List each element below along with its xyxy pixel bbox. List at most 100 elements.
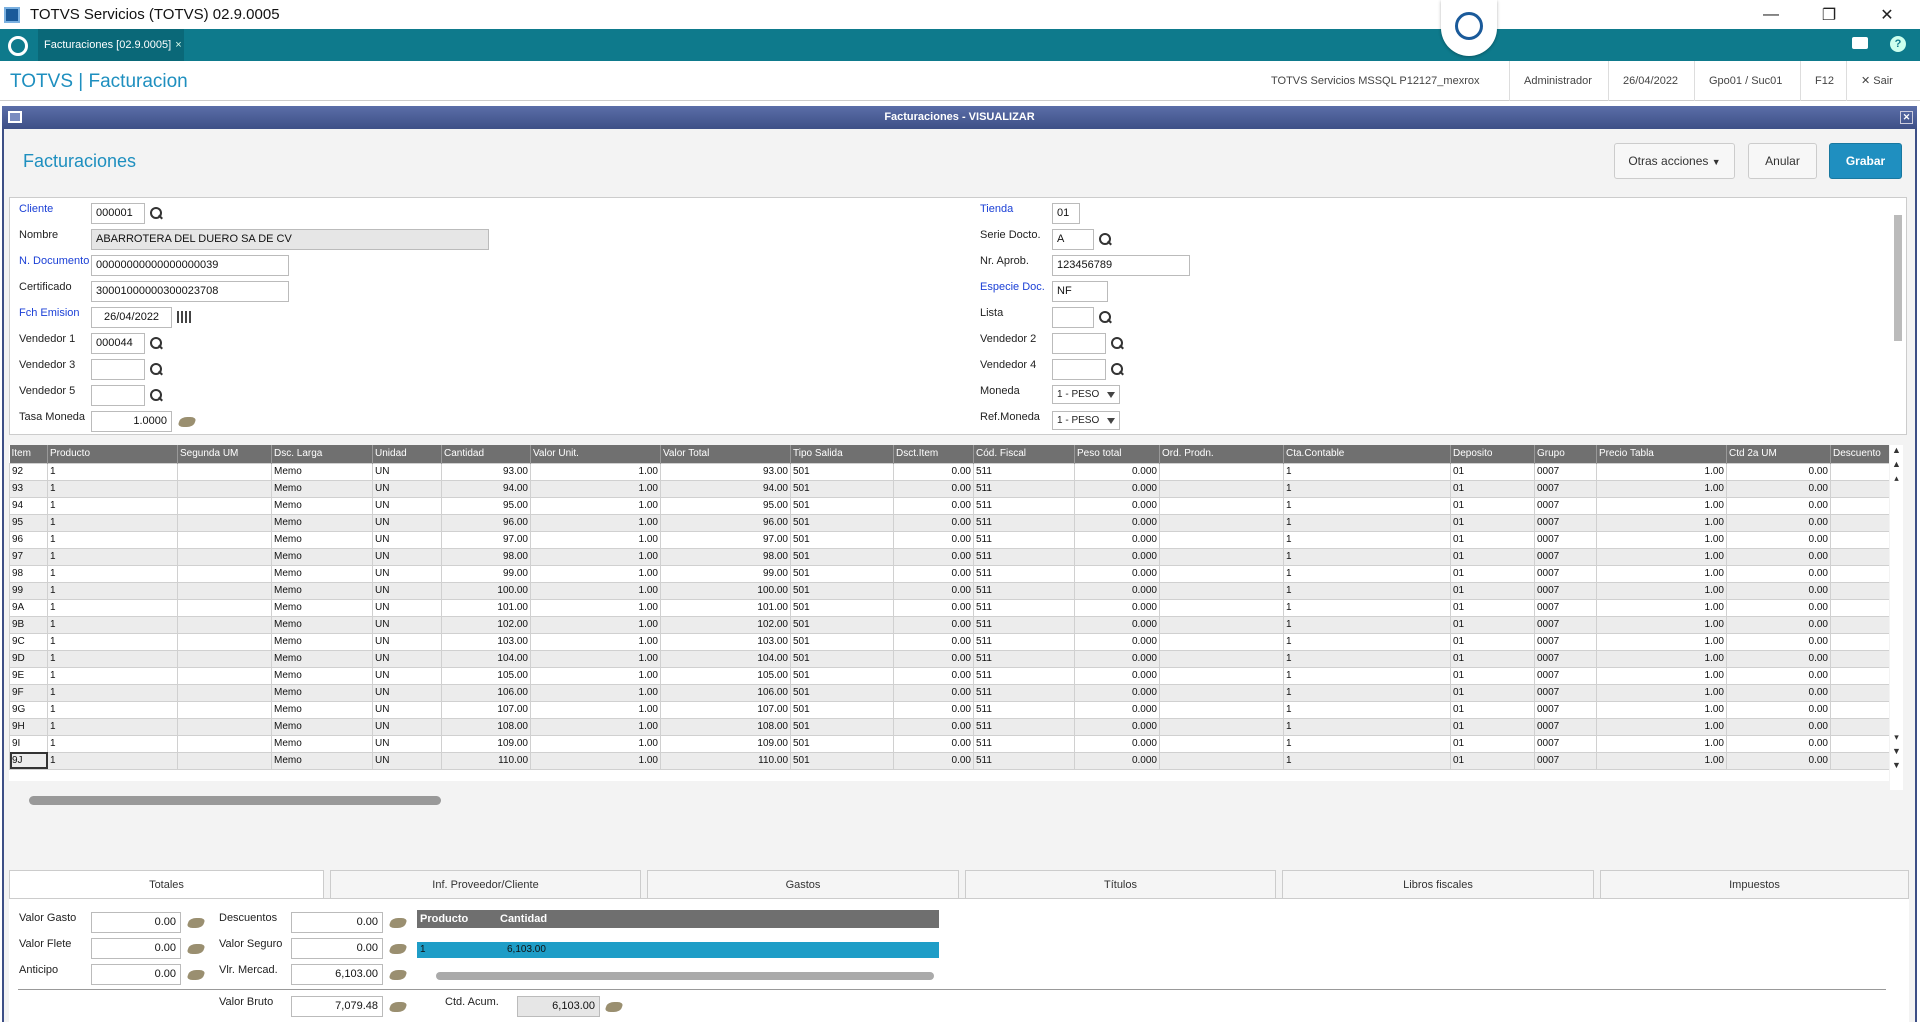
grid-cell[interactable]: 9A xyxy=(9,598,48,617)
grid-cell[interactable]: Memo xyxy=(271,479,373,498)
grid-cell[interactable]: 511 xyxy=(973,717,1075,736)
grid-cell[interactable]: 1.00 xyxy=(530,751,661,770)
grid-cell[interactable]: 0.00 xyxy=(893,479,974,498)
tab-totales[interactable]: Totales xyxy=(9,870,324,899)
grid-cell[interactable]: Memo xyxy=(271,751,373,770)
grid-column-header[interactable]: Ord. Prodn. xyxy=(1159,445,1284,463)
grid-cell[interactable] xyxy=(1830,751,1889,770)
grid-cell[interactable] xyxy=(1830,581,1889,600)
grid-cell[interactable]: 9E xyxy=(9,666,48,685)
grid-cell[interactable]: 101.00 xyxy=(441,598,531,617)
grid-cell[interactable]: 01 xyxy=(1450,751,1535,770)
grid-cell[interactable]: 01 xyxy=(1450,683,1535,702)
grid-cell[interactable]: Memo xyxy=(271,615,373,634)
grid-cell[interactable]: UN xyxy=(372,649,442,668)
grid-cell[interactable]: 96.00 xyxy=(441,513,531,532)
grid-cell[interactable]: 0.000 xyxy=(1074,751,1160,770)
grid-cell[interactable]: UN xyxy=(372,547,442,566)
grid-cell[interactable]: 0.00 xyxy=(893,649,974,668)
grid-cell[interactable] xyxy=(177,751,272,770)
grid-cell[interactable]: 1 xyxy=(1283,581,1451,600)
grid-column-header[interactable]: Cta.Contable xyxy=(1283,445,1451,463)
grid-cell[interactable]: 0.00 xyxy=(893,513,974,532)
grid-cell[interactable]: 96 xyxy=(9,530,48,549)
grid-cell[interactable]: UN xyxy=(372,581,442,600)
table-row[interactable]: 9A 1 Memo UN 101.00 1.00 101.00 501 0.00 511 0.000… xyxy=(9,598,1889,617)
grid-cell[interactable]: 0.000 xyxy=(1074,564,1160,583)
grid-cell[interactable]: 1.00 xyxy=(530,615,661,634)
grid-cell[interactable]: 1 xyxy=(1283,666,1451,685)
grid-column-header[interactable]: Descuento xyxy=(1830,445,1889,463)
table-row[interactable]: 97 1 Memo UN 98.00 1.00 98.00 501 0.00 511 0.000 1 0… xyxy=(9,547,1889,566)
grid-cell[interactable]: 501 xyxy=(790,581,894,600)
grid-cell[interactable]: 106.00 xyxy=(441,683,531,702)
grid-column-header[interactable]: Valor Total xyxy=(660,445,791,463)
grid-cell[interactable]: 1 xyxy=(47,632,178,651)
ndocumento-field[interactable]: 00000000000000000039 xyxy=(91,255,289,276)
grid-cell[interactable] xyxy=(1159,496,1284,515)
grid-cell[interactable]: 0.00 xyxy=(1726,649,1831,668)
grid-cell[interactable] xyxy=(177,564,272,583)
grid-cell[interactable]: Memo xyxy=(271,462,373,481)
grid-cell[interactable]: 0.000 xyxy=(1074,479,1160,498)
first-record-icon[interactable]: ▲ xyxy=(1890,445,1903,459)
mini-grid-cell-cantidad[interactable]: 6,103.00 xyxy=(497,942,939,958)
serie-docto-field[interactable]: A xyxy=(1052,229,1094,250)
mail-icon[interactable] xyxy=(1852,37,1868,49)
grid-cell[interactable]: 1.00 xyxy=(1596,564,1727,583)
grid-cell[interactable] xyxy=(177,649,272,668)
valor-bruto-field[interactable]: 7,079.48 xyxy=(291,996,383,1017)
grid-cell[interactable]: Memo xyxy=(271,734,373,753)
search-icon[interactable] xyxy=(150,337,162,349)
grid-column-header[interactable]: Grupo xyxy=(1534,445,1597,463)
search-icon[interactable] xyxy=(1099,233,1111,245)
grid-column-header[interactable]: Cód. Fiscal xyxy=(973,445,1075,463)
grid-cell[interactable]: 511 xyxy=(973,700,1075,719)
grid-cell[interactable]: 0007 xyxy=(1534,513,1597,532)
grid-cell[interactable]: 501 xyxy=(790,615,894,634)
grid-cell[interactable]: 107.00 xyxy=(660,700,791,719)
grid-cell[interactable]: 1 xyxy=(1283,479,1451,498)
grid-cell[interactable]: 511 xyxy=(973,598,1075,617)
grid-cell[interactable]: 0.00 xyxy=(893,683,974,702)
grid-cell[interactable]: 511 xyxy=(973,530,1075,549)
grid-cell[interactable]: 511 xyxy=(973,462,1075,481)
grid-cell[interactable]: 501 xyxy=(790,751,894,770)
table-row[interactable]: 9H 1 Memo UN 108.00 1.00 108.00 501 0.00 511 0.000… xyxy=(9,717,1889,736)
grid-cell[interactable]: 0.00 xyxy=(893,666,974,685)
grid-cell[interactable]: 1.00 xyxy=(1596,615,1727,634)
grid-cell[interactable]: 1.00 xyxy=(530,547,661,566)
grid-cell[interactable]: 501 xyxy=(790,632,894,651)
grid-cell[interactable]: 9B xyxy=(9,615,48,634)
grid-cell[interactable]: 98.00 xyxy=(441,547,531,566)
vendedor3-field[interactable] xyxy=(91,359,145,380)
grid-cell[interactable]: 1.00 xyxy=(530,479,661,498)
table-row[interactable]: 9E 1 Memo UN 105.00 1.00 105.00 501 0.00 511 0.000… xyxy=(9,666,1889,685)
cliente-field[interactable]: 000001 xyxy=(91,203,145,224)
grid-cell[interactable]: 501 xyxy=(790,649,894,668)
grid-cell[interactable]: 511 xyxy=(973,479,1075,498)
grid-cell[interactable]: 1 xyxy=(47,462,178,481)
grid-cell[interactable]: 93 xyxy=(9,479,48,498)
grid-cell[interactable]: 511 xyxy=(973,683,1075,702)
grid-cell[interactable]: 0.000 xyxy=(1074,632,1160,651)
search-icon[interactable] xyxy=(1099,311,1111,323)
grid-cell[interactable]: 109.00 xyxy=(660,734,791,753)
grid-cell[interactable] xyxy=(1830,717,1889,736)
close-window-button[interactable]: ✕ xyxy=(1858,0,1916,29)
grid-cell[interactable]: 01 xyxy=(1450,598,1535,617)
grid-cell[interactable]: 0.000 xyxy=(1074,615,1160,634)
grid-cell[interactable]: 0.00 xyxy=(1726,700,1831,719)
exit-button[interactable]: ✕ Sair xyxy=(1846,61,1907,101)
grid-cell[interactable]: 1.00 xyxy=(530,666,661,685)
grid-cell[interactable]: 0.000 xyxy=(1074,666,1160,685)
grid-cell[interactable]: 0007 xyxy=(1534,530,1597,549)
grid-cell[interactable]: Memo xyxy=(271,666,373,685)
grid-cell[interactable]: 1 xyxy=(47,530,178,549)
grid-cell[interactable]: 511 xyxy=(973,632,1075,651)
tab-inf-proveedor[interactable]: Inf. Proveedor/Cliente xyxy=(330,870,641,899)
grid-cell[interactable]: 110.00 xyxy=(660,751,791,770)
grid-cell[interactable]: 1.00 xyxy=(1596,683,1727,702)
grid-cell[interactable] xyxy=(177,530,272,549)
grid-cell[interactable]: UN xyxy=(372,717,442,736)
